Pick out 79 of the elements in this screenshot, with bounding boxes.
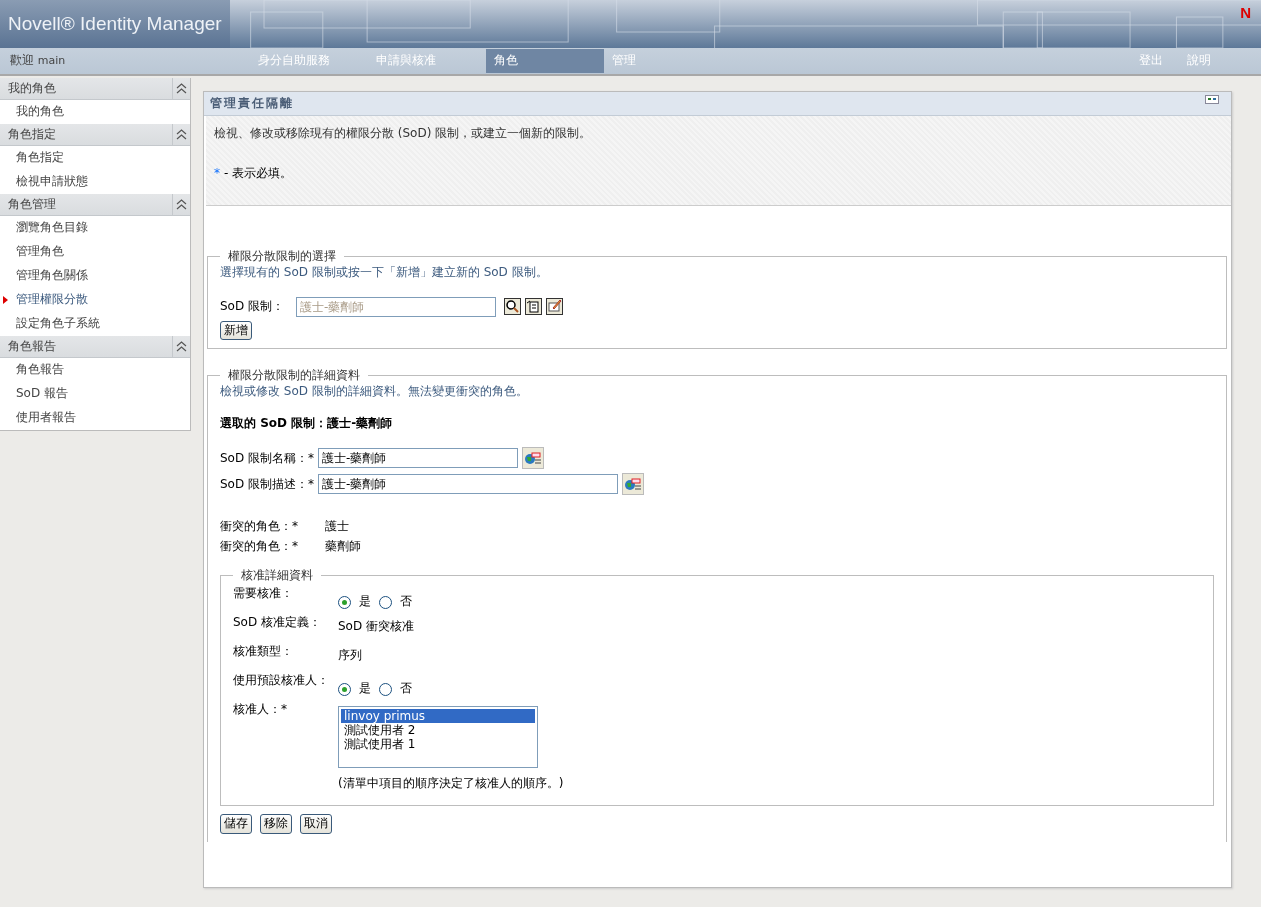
field-value: SoD 衝突核准 — [338, 618, 414, 635]
list-icon[interactable] — [525, 298, 542, 316]
list-option[interactable]: 測試使用者 1 — [341, 736, 535, 751]
sidebar-section-header[interactable]: 角色管理 — [0, 194, 190, 216]
field-label: 需要核准： — [233, 585, 294, 602]
approver-list[interactable]: linvoy primus 測試使用者 2 測試使用者 1 — [338, 705, 538, 768]
radio-button[interactable] — [338, 682, 351, 696]
layout-icon[interactable] — [1205, 95, 1219, 104]
panel-title: 管理責任隔離 — [210, 95, 294, 112]
field-label: 核准類型： — [233, 643, 294, 660]
form-button[interactable]: 移除 — [260, 814, 292, 834]
sidebar-item[interactable]: 瀏覽角色目錄 — [0, 216, 190, 240]
hint-text: 選擇現有的 SoD 限制或按一下「新增」建立新的 SoD 限制。 — [220, 265, 549, 281]
section-title: 角色報告 — [8, 338, 56, 355]
section-title: 角色管理 — [8, 196, 56, 213]
option-label: 是 — [359, 681, 371, 697]
field-label: 衝突的角色：* — [220, 519, 299, 535]
sidebar-item[interactable]: 管理角色關係 — [0, 264, 190, 288]
app-title: Novell® Identity Manager — [0, 0, 230, 48]
collapse-icon[interactable] — [176, 83, 187, 94]
nav-tab[interactable]: 角色 — [486, 49, 604, 73]
list-option[interactable]: linvoy primus — [341, 708, 535, 723]
edit-icon[interactable] — [546, 298, 563, 316]
collapse-icon[interactable] — [176, 199, 187, 210]
selected-constraint-heading: 選取的 SoD 限制：護士-藥劑師 — [220, 415, 394, 432]
group-legend: 權限分散限制的詳細資料 — [220, 368, 368, 384]
sidebar-section-header[interactable]: 角色報告 — [0, 336, 190, 358]
sidebar-item[interactable]: 角色報告 — [0, 358, 190, 382]
constraint-field[interactable]: 護士-藥劑師 — [296, 296, 496, 317]
welcome-text: 歡迎 — [10, 53, 35, 68]
text-field[interactable]: 護士-藥劑師 — [318, 474, 618, 495]
globe-edit-icon[interactable] — [622, 473, 644, 496]
group-legend: 核准詳細資料 — [233, 567, 321, 584]
hint-text: 檢視或修改 SoD 限制的詳細資料。無法變更衝突的角色。 — [220, 384, 529, 400]
pointer-icon — [3, 296, 8, 304]
field-label: SoD 限制描述：* — [220, 476, 314, 493]
sidebar-item[interactable]: 檢視申請狀態 — [0, 170, 190, 194]
option-label: 否 — [400, 681, 412, 697]
list-option[interactable]: 測試使用者 2 — [341, 722, 535, 737]
sidebar-item[interactable]: 管理角色 — [0, 240, 190, 264]
required-note: - 表示必填。 — [224, 165, 293, 182]
sidebar-item[interactable]: 我的角色 — [0, 100, 190, 124]
brand-logo: N — [1240, 3, 1251, 23]
option-label: 是 — [359, 594, 371, 610]
group-legend: 權限分散限制的選擇 — [220, 249, 344, 265]
radio-button[interactable] — [379, 682, 392, 696]
field-label: SoD 限制名稱：* — [220, 450, 314, 467]
field-value: 序列 — [338, 647, 362, 664]
sidebar-item[interactable]: 角色指定 — [0, 146, 190, 170]
sidebar-item[interactable]: SoD 報告 — [0, 382, 190, 406]
field-label: SoD 限制： — [220, 298, 284, 315]
intro-text: 檢視、修改或移除現有的權限分散 (SoD) 限制，或建立一個新的限制。 — [214, 126, 593, 142]
field-label: 衝突的角色：* — [220, 538, 299, 555]
text-field[interactable]: 護士-藥劑師 — [318, 448, 518, 469]
sidebar-item[interactable]: 管理權限分散 — [0, 288, 190, 312]
role-value: 護士 — [325, 519, 349, 535]
sidebar-section-header[interactable]: 角色指定 — [0, 124, 190, 146]
search-icon[interactable] — [504, 298, 521, 316]
radio-button[interactable] — [379, 595, 392, 609]
option-label: 否 — [400, 594, 412, 610]
collapse-icon[interactable] — [176, 341, 187, 352]
radio-button[interactable] — [338, 595, 351, 609]
field-label: SoD 核准定義： — [233, 614, 322, 631]
form-button[interactable]: 取消 — [300, 814, 332, 834]
required-mark: * — [214, 165, 220, 182]
sidebar-item[interactable]: 使用者報告 — [0, 406, 190, 430]
field-label: 使用預設核准人： — [233, 672, 330, 689]
form-button[interactable]: 儲存 — [220, 814, 252, 834]
section-title: 我的角色 — [8, 80, 56, 97]
field-label: 核准人：* — [233, 701, 288, 718]
user-name: main — [37, 54, 66, 68]
section-title: 角色指定 — [8, 126, 56, 143]
order-note: (清單中項目的順序決定了核准人的順序。) — [338, 775, 564, 792]
sidebar-item[interactable]: 設定角色子系統 — [0, 312, 190, 336]
globe-edit-icon[interactable] — [522, 447, 544, 470]
sidebar-section-header[interactable]: 我的角色 — [0, 78, 190, 100]
collapse-icon[interactable] — [176, 129, 187, 140]
new-button[interactable]: 新增 — [220, 320, 252, 341]
role-value: 藥劑師 — [325, 538, 361, 555]
